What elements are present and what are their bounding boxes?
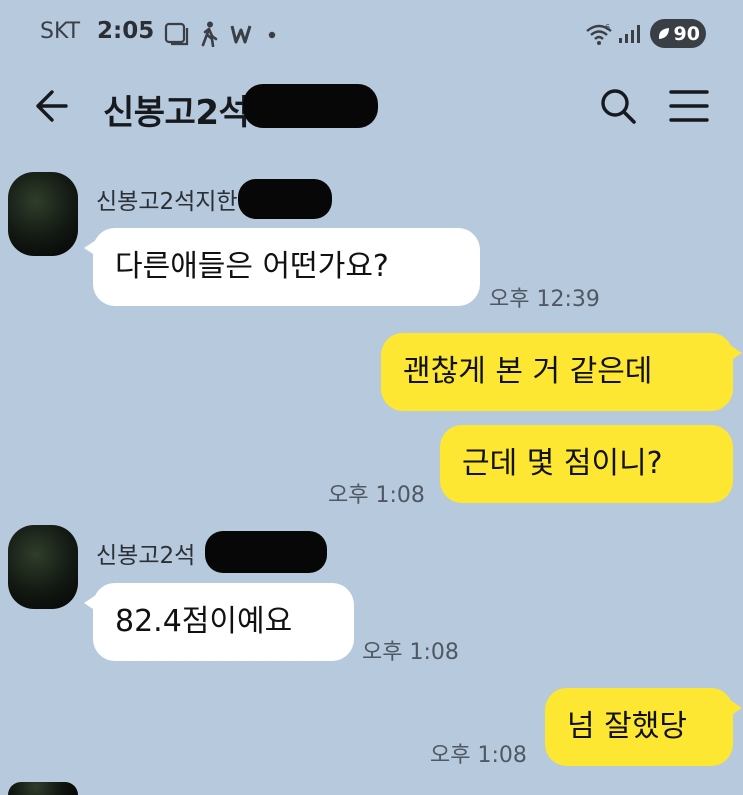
message-text: 괜찮게 본 거 같은데: [403, 354, 653, 389]
battery-icon: 90: [650, 19, 706, 48]
message-time: 오후 12:39: [489, 287, 600, 312]
clock: 2:05: [97, 18, 155, 44]
carrier-label: SKT: [40, 19, 81, 44]
message-time: 오후 1:08: [362, 640, 459, 665]
redaction-mark: [238, 179, 332, 219]
message-bubble-outgoing[interactable]: 넘 잘했당: [545, 688, 742, 766]
sender-name: 신봉고2석지한폰: [96, 189, 259, 215]
wifi-icon: 6: [586, 23, 612, 45]
message-text: 근데 몇 점이니?: [462, 446, 663, 481]
redaction-mark: [243, 84, 378, 128]
chat-header: 신봉고2석: [0, 70, 743, 140]
menu-icon[interactable]: [668, 87, 710, 125]
avatar[interactable]: [8, 782, 78, 795]
gallery-icon: [164, 22, 189, 46]
message-text: 82.4점이예요: [115, 604, 293, 639]
message-bubble-incoming[interactable]: 다른애들은 어떤가요?: [84, 228, 480, 306]
battery-level: 90: [673, 22, 700, 45]
svg-text:6: 6: [605, 23, 610, 32]
redaction-mark: [205, 531, 327, 573]
message-bubble-incoming[interactable]: 82.4점이예요: [84, 583, 354, 661]
status-bar: SKT 2:05 6 90: [0, 0, 743, 70]
avatar[interactable]: [8, 525, 78, 609]
notification-dot-icon: [268, 31, 276, 39]
battery-saver-icon: [658, 28, 669, 39]
signal-icon: [619, 25, 640, 43]
message-bubble-outgoing[interactable]: 괜찮게 본 거 같은데: [381, 333, 742, 411]
message-text: 다른애들은 어떤가요?: [115, 249, 389, 284]
sender-name: 신봉고2석: [96, 543, 196, 569]
message-text: 넘 잘했당: [567, 709, 687, 744]
search-icon[interactable]: [598, 86, 638, 126]
message-time: 오후 1:08: [328, 483, 425, 508]
walking-icon: [201, 21, 218, 47]
message-time: 오후 1:08: [430, 743, 527, 768]
chat-title: 신봉고2석: [103, 93, 250, 133]
message-bubble-outgoing[interactable]: 근데 몇 점이니?: [440, 425, 733, 503]
w-app-icon: [230, 25, 252, 44]
avatar[interactable]: [8, 172, 78, 256]
back-arrow-icon[interactable]: [30, 86, 70, 126]
